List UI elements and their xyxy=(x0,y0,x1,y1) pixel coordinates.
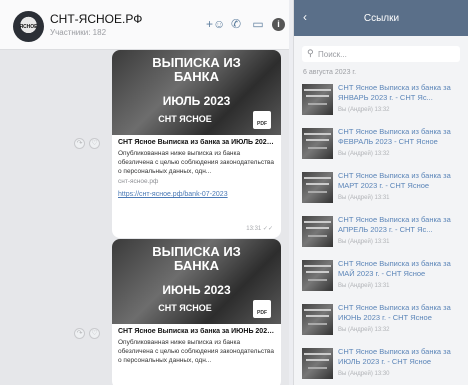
like-icon[interactable]: ♡ xyxy=(89,328,100,339)
message-actions: ↷ ♡ xyxy=(74,138,100,149)
message-link[interactable]: https://снт-ясное.рф/bank-07-2023 xyxy=(118,191,275,198)
link-title[interactable]: СНТ Ясное Выписка из банка за ИЮЛЬ 2023 … xyxy=(338,347,464,367)
link-title[interactable]: СНТ Ясное Выписка из банка за МАЙ 2023 г… xyxy=(338,259,464,279)
preview-heading: ВЫПИСКА ИЗ БАНКА xyxy=(152,55,241,84)
like-icon[interactable]: ♡ xyxy=(89,138,100,149)
date-separator: 6 августа 2023 г. xyxy=(303,69,357,76)
message-bubble[interactable]: ВЫПИСКА ИЗ БАНКА ИЮНЬ 2023 СНТ ЯСНОЕ PDF … xyxy=(112,239,281,385)
link-preview-image[interactable]: ВЫПИСКА ИЗ БАНКА ИЮЛЬ 2023 СНТ ЯСНОЕ PDF xyxy=(112,50,281,135)
link-item[interactable]: СНТ Ясное Выписка из банка за ФЕВРАЛЬ 20… xyxy=(294,124,468,164)
share-icon[interactable]: ↷ xyxy=(74,138,85,149)
link-thumbnail[interactable] xyxy=(302,216,333,247)
preview-footer: СНТ ЯСНОЕ xyxy=(158,114,212,124)
link-title[interactable]: СНТ Ясное Выписка из банка за ФЕВРАЛЬ 20… xyxy=(338,127,464,147)
chat-members-count: Участники: 182 xyxy=(50,28,107,37)
preview-month: ИЮНЬ 2023 xyxy=(162,283,231,297)
pdf-icon: PDF xyxy=(253,300,271,318)
header-actions: +☺ ✆ ▭ i xyxy=(206,17,285,31)
link-meta: Вы (Андрей) 13:31 xyxy=(338,239,390,245)
add-user-icon[interactable]: +☺ xyxy=(206,17,225,31)
preview-month: ИЮЛЬ 2023 xyxy=(162,94,231,108)
links-list: СНТ Ясное Выписка из банка за ЯНВАРЬ 202… xyxy=(294,80,468,384)
link-meta: Вы (Андрей) 13:30 xyxy=(338,371,390,377)
link-item[interactable]: СНТ Ясное Выписка из банка за ЯНВАРЬ 202… xyxy=(294,80,468,120)
link-thumbnail[interactable] xyxy=(302,304,333,335)
links-panel-title: Ссылки xyxy=(363,13,400,24)
link-thumbnail[interactable] xyxy=(302,84,333,115)
link-title[interactable]: СНТ Ясное Выписка из банка за ИЮНЬ 2023 … xyxy=(338,303,464,323)
link-meta: Вы (Андрей) 13:32 xyxy=(338,107,390,113)
preview-footer: СНТ ЯСНОЕ xyxy=(158,303,212,313)
link-title[interactable]: СНТ Ясное Выписка из банка за ЯНВАРЬ 202… xyxy=(338,83,464,103)
preview-heading: ВЫПИСКА ИЗ БАНКА xyxy=(152,244,241,273)
link-meta: Вы (Андрей) 13:32 xyxy=(338,151,390,157)
share-icon[interactable]: ↷ xyxy=(74,328,85,339)
link-item[interactable]: СНТ Ясное Выписка из банка за ИЮЛЬ 2023 … xyxy=(294,344,468,384)
avatar-text: ЯСНОЕ xyxy=(19,23,38,30)
video-icon[interactable]: ▭ xyxy=(250,17,266,31)
chat-header: ЯСНОЕ СНТ-ЯСНОЕ.РФ Участники: 182 +☺ ✆ ▭… xyxy=(0,0,289,50)
message-bubble[interactable]: ВЫПИСКА ИЗ БАНКА ИЮЛЬ 2023 СНТ ЯСНОЕ PDF … xyxy=(112,50,281,238)
chat-pane: ЯСНОЕ СНТ-ЯСНОЕ.РФ Участники: 182 +☺ ✆ ▭… xyxy=(0,0,289,385)
link-title[interactable]: СНТ Ясное Выписка из банка за МАРТ 2023 … xyxy=(338,171,464,191)
pdf-icon: PDF xyxy=(253,111,271,129)
link-item[interactable]: СНТ Ясное Выписка из банка за МАРТ 2023 … xyxy=(294,168,468,208)
search-icon: ⚲ xyxy=(307,48,314,58)
preview-site: снт-ясное.рф xyxy=(118,178,159,185)
links-panel: ‹ Ссылки ⚲ 6 августа 2023 г. СНТ Ясное В… xyxy=(293,0,468,385)
link-item[interactable]: СНТ Ясное Выписка из банка за ИЮНЬ 2023 … xyxy=(294,300,468,340)
message-time: 13:31 ✓✓ xyxy=(246,226,273,232)
preview-description: Опубликованная ниже выписка из банка обе… xyxy=(118,150,275,175)
links-panel-header: ‹ Ссылки xyxy=(294,0,468,36)
link-item[interactable]: СНТ Ясное Выписка из банка за МАЙ 2023 г… xyxy=(294,256,468,296)
preview-title[interactable]: СНТ Ясное Выписка из банка за ИЮЛЬ 2023.… xyxy=(118,139,275,146)
message-actions: ↷ ♡ xyxy=(74,328,100,339)
link-meta: Вы (Андрей) 13:31 xyxy=(338,283,390,289)
avatar[interactable]: ЯСНОЕ xyxy=(13,11,44,42)
link-preview-image[interactable]: ВЫПИСКА ИЗ БАНКА ИЮНЬ 2023 СНТ ЯСНОЕ PDF xyxy=(112,239,281,324)
phone-icon[interactable]: ✆ xyxy=(228,17,244,31)
search-box[interactable]: ⚲ xyxy=(302,46,460,62)
preview-title[interactable]: СНТ Ясное Выписка из банка за ИЮНЬ 2023.… xyxy=(118,328,275,335)
link-thumbnail[interactable] xyxy=(302,348,333,379)
link-meta: Вы (Андрей) 13:32 xyxy=(338,327,390,333)
link-title[interactable]: СНТ Ясное Выписка из банка за АПРЕЛЬ 202… xyxy=(338,215,464,235)
link-thumbnail[interactable] xyxy=(302,260,333,291)
preview-description: Опубликованная ниже выписка из банка обе… xyxy=(118,339,275,364)
link-item[interactable]: СНТ Ясное Выписка из банка за АПРЕЛЬ 202… xyxy=(294,212,468,252)
info-icon[interactable]: i xyxy=(272,17,285,31)
link-thumbnail[interactable] xyxy=(302,172,333,203)
link-thumbnail[interactable] xyxy=(302,128,333,159)
search-input[interactable] xyxy=(318,48,458,60)
link-meta: Вы (Андрей) 13:31 xyxy=(338,195,390,201)
chat-title[interactable]: СНТ-ЯСНОЕ.РФ xyxy=(50,12,142,26)
